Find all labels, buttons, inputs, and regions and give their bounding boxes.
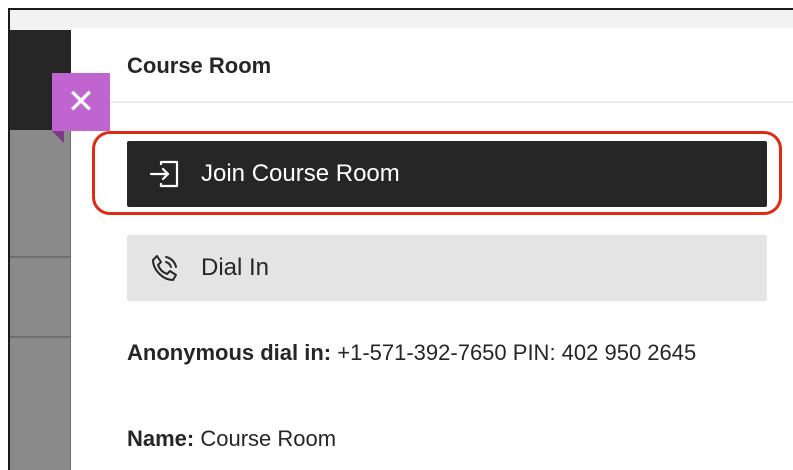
room-name-value: Course Room (194, 426, 337, 451)
dial-in-label: Dial In (201, 254, 270, 281)
enter-icon (147, 156, 183, 192)
anonymous-dial-in-label: Anonymous dial in: (127, 340, 332, 365)
background-gray-region (10, 130, 73, 470)
close-panel-button[interactable]: ✕ (52, 73, 110, 131)
room-name-info: Name: Course Room (127, 422, 336, 456)
anonymous-dial-in-value: +1-571-392-7650 PIN: 402 950 2645 (331, 340, 697, 365)
close-button-tail (52, 131, 64, 143)
top-bar (10, 10, 793, 30)
join-course-room-button[interactable]: Join Course Room (127, 141, 767, 207)
close-icon: ✕ (66, 83, 96, 121)
anonymous-dial-in-info: Anonymous dial in: +1-571-392-7650 PIN: … (127, 336, 747, 370)
room-name-label: Name: (127, 426, 195, 451)
background-divider (10, 256, 73, 258)
background-divider (10, 336, 73, 338)
phone-icon (147, 250, 183, 286)
title-divider (101, 101, 793, 103)
dial-in-button[interactable]: Dial In (127, 235, 767, 301)
join-course-room-label: Join Course Room (201, 160, 400, 187)
panel-title: Course Room (127, 53, 272, 78)
